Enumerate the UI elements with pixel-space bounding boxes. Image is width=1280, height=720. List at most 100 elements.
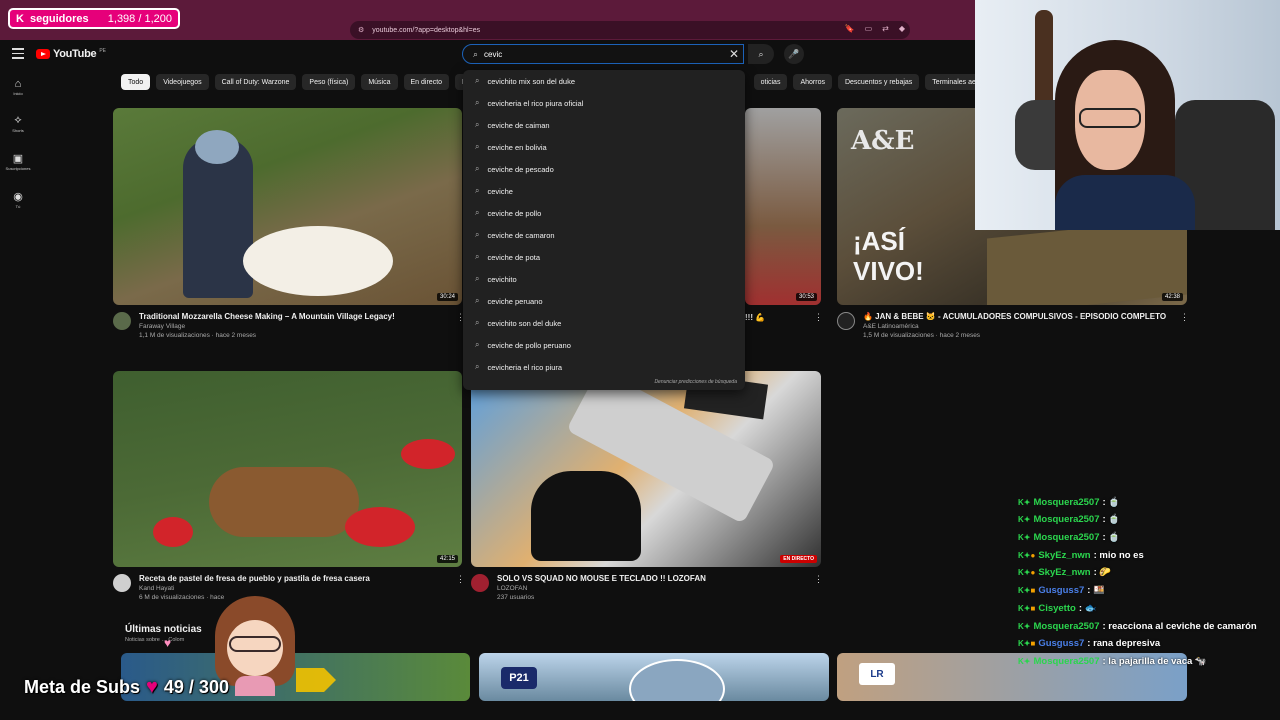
search-suggestion[interactable]: ⌕ ceviche [463,180,745,202]
channel-avatar[interactable] [113,312,131,330]
chat-username: SkyEz_nwn [1038,549,1091,561]
search-icon: ⌕ [475,208,480,217]
chip[interactable]: oticias [753,74,788,90]
streamer-figure [1079,108,1141,128]
thumbnail-caption: ¡ASÍ VIVO! [853,226,924,286]
report-predictions-link[interactable]: Denunciar predicciones de búsqueda [654,379,737,385]
address-bar[interactable]: ⚙ youtube.com/?app=desktop&hl=es [350,21,910,39]
search-icon: ⌕ [475,142,480,151]
chat-username: Mosquera2507 [1033,531,1100,543]
search-suggestion[interactable]: ⌕ ceviche de camaron [463,224,745,246]
chip[interactable]: Todo [121,74,151,90]
extension-icon[interactable]: ◆ [899,24,905,33]
streamer-figure [1055,175,1195,230]
search-suggestion[interactable]: ⌕ cevicheria el rico piura [463,356,745,378]
channel-avatar[interactable] [471,574,489,592]
sidebar-item-label: Tú [15,204,21,209]
channel-name[interactable]: Kand Hayati [139,585,370,592]
channel-name[interactable]: A&E Latinoamérica [863,323,1166,330]
suggestion-text: cevicheria el rico piura oficial [487,98,584,108]
video-title[interactable]: SOLO VS SQUAD NO MOUSE E TECLADO !! LOZO… [497,574,706,583]
home-icon: ⌂ [14,78,22,90]
chip[interactable]: Ahorros [793,74,832,90]
chat-message: K✦ Mosquera2507: la pajarilla de vaca 🐄 [1018,653,1207,669]
channel-avatar[interactable] [837,312,855,330]
video-duration: 30:53 [795,293,817,301]
suggestion-text: ceviche de pollo [487,208,542,218]
menu-icon[interactable] [12,48,24,59]
clear-search-icon[interactable]: ✕ [729,47,739,61]
search-icon: ⌕ [475,120,480,129]
search-suggestion[interactable]: ⌕ ceviche de caiman [463,114,745,136]
install-app-icon[interactable]: ▭ [865,24,873,33]
thumbnail-figure [629,659,725,701]
chip[interactable]: Música [361,74,398,90]
kick-logo-icon: K [16,12,24,25]
video-title[interactable]: 🔥 JAN & BEBE 🐱 - ACUMULADORES COMPULSIVO… [863,312,1166,321]
search-suggestion[interactable]: ⌕ cevicheria el rico piura oficial [463,92,745,114]
search-suggestion[interactable]: ⌕ ceviche peruano [463,290,745,312]
search-suggestion[interactable]: ⌕ ceviche de pescado [463,158,745,180]
chip[interactable]: Call of Duty: Warzone [214,74,297,90]
channel-name[interactable]: LOZOFAN [497,585,706,592]
youtube-logo[interactable]: YouTube PE [36,48,106,60]
chat-text: : mio no es [1093,549,1144,561]
search-suggestion[interactable]: ⌕ ceviche de pollo [463,202,745,224]
search-suggestion[interactable]: ⌕ cevichito [463,268,745,290]
channel-avatar[interactable] [113,574,131,592]
video-title[interactable]: !!! 💪 [745,313,765,322]
video-stats: 1,5 M de visualizaciones · hace 2 meses [863,332,981,339]
search-suggestion[interactable]: ⌕ ceviche de pollo peruano [463,334,745,356]
video-thumbnail[interactable]: EN DIRECTO [471,371,821,567]
chip[interactable]: En directo [403,74,450,90]
search-button[interactable]: ⌕ [748,44,774,64]
chip[interactable]: Terminales aeroport [925,74,975,90]
video-title[interactable]: Receta de pastel de fresa de pueblo y pa… [139,574,370,583]
search-suggestion[interactable]: ⌕ ceviche de pota [463,246,745,268]
video-thumbnail[interactable]: 30:24 [113,108,462,305]
search-suggestion[interactable]: ⌕ cevichito son del duke [463,312,745,334]
you-icon: ◉ [13,191,23,203]
search-icon: ⌕ [475,76,480,85]
video-thumbnail[interactable]: 30:53 [745,108,821,305]
sidebar-item-label: Suscripciones [5,166,31,171]
chat-username: Mosquera2507 [1033,655,1100,667]
sidebar-item-subscriptions[interactable]: ▣ Suscripciones [0,152,36,171]
suggestion-text: ceviche en bolivia [487,142,547,152]
suggestion-text: ceviche de pota [487,252,541,262]
search-suggestion[interactable]: ⌕ cevichito mix son del duke [463,70,745,92]
search-input[interactable]: ⌕ cevic ✕ [462,44,744,64]
chat-username: Mosquera2507 [1033,513,1100,525]
voice-search-button[interactable]: 🎤 [784,44,804,64]
sidebar-item-shorts[interactable]: ⟡ Shorts [0,114,36,133]
chip[interactable]: Peso (física) [302,74,356,90]
youtube-play-icon [36,49,50,59]
news-thumbnail[interactable]: P21 [479,653,829,701]
more-options-icon[interactable]: ⋮ [456,574,465,585]
video-thumbnail[interactable]: 42:15 [113,371,462,567]
video-title[interactable]: Traditional Mozzarella Cheese Making – A… [139,312,395,321]
chat-message: K✦ Mosquera2507: 🍵 [1018,494,1120,510]
video-meta: Traditional Mozzarella Cheese Making – A… [113,312,395,339]
chat-badges-icon: K✦■ [1018,603,1036,613]
suggestion-text: ceviche de pollo peruano [487,340,571,350]
thumbnail-figure [531,471,641,561]
sidebar-item-home[interactable]: ⌂ Inicio [0,78,36,96]
heart-icon: ♥ [164,636,172,650]
chip[interactable]: Videojuegos [156,74,209,90]
suggestion-text: cevichito son del duke [487,318,562,328]
sidebar-item-you[interactable]: ◉ Tú [0,190,36,209]
more-options-icon[interactable]: ⋮ [814,574,823,585]
search-suggestion[interactable]: ⌕ ceviche en bolivia [463,136,745,158]
site-info-icon[interactable]: ⚙ [358,26,364,34]
bookmark-icon[interactable]: 🔖 [845,24,855,33]
thumbnail-caption-line: VIVO! [853,256,924,286]
more-options-icon[interactable]: ⋮ [1180,312,1189,323]
more-options-icon[interactable]: ⋮ [814,312,823,323]
video-meta: 🔥 JAN & BEBE 🐱 - ACUMULADORES COMPULSIVO… [837,312,1166,339]
chat-text: : rana depresiva [1087,637,1161,649]
channel-name[interactable]: Faraway Village [139,323,395,330]
chat-username: Mosquera2507 [1033,496,1100,508]
translate-icon[interactable]: ⇄ [882,24,889,33]
chip[interactable]: Descuentos y rebajas [837,74,920,90]
